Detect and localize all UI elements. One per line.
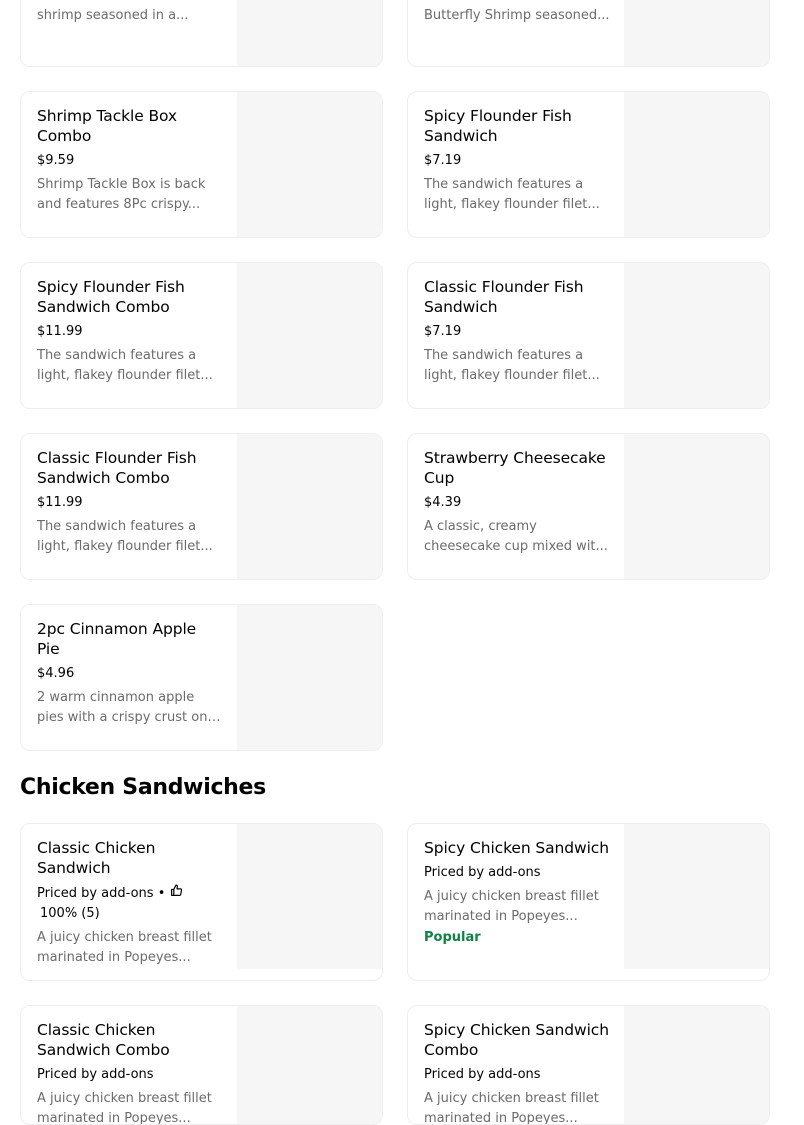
menu-item-price: Priced by add-ons: [37, 886, 154, 901]
menu-item-image: [624, 1006, 769, 1124]
menu-item-card[interactable]: Butterfly Shrimp seasoned...: [407, 0, 770, 67]
menu-item-info: Classic Chicken Sandwich Combo Priced by…: [37, 1020, 223, 1125]
menu-item-price: $7.19: [424, 153, 462, 168]
menu-item-card[interactable]: Classic Flounder Fish Sandwich $7.19 The…: [407, 262, 770, 409]
menu-item-image: [237, 434, 382, 579]
menu-item-card[interactable]: Spicy Flounder Fish Sandwich Combo $11.9…: [20, 262, 383, 409]
menu-item-info: Spicy Flounder Fish Sandwich $7.19 The s…: [424, 106, 610, 215]
menu-item-description: The sandwich features a light, flakey fl…: [37, 348, 213, 383]
menu-item-card[interactable]: Shrimp Tackle Box Combo $9.59 Shrimp Tac…: [20, 91, 383, 238]
menu-item-image: [624, 434, 769, 579]
menu-item-image: [237, 92, 382, 237]
menu-item-image: [624, 824, 769, 969]
menu-item-price: $4.96: [37, 666, 75, 681]
menu-item-info: Spicy Chicken Sandwich Priced by add-ons…: [424, 838, 610, 948]
menu-item-image: [237, 0, 382, 66]
thumbs-up-icon: [170, 883, 183, 903]
separator-dot: •: [157, 886, 166, 901]
menu-item-name: Spicy Flounder Fish Sandwich: [424, 107, 572, 145]
menu-item-card[interactable]: 2pc Cinnamon Apple Pie $4.96 2 warm cinn…: [20, 604, 383, 751]
menu-item-info: Butterfly Shrimp seasoned...: [424, 2, 610, 26]
menu-item-description: The sandwich features a light, flakey fl…: [424, 348, 600, 383]
menu-item-price: Priced by add-ons: [424, 1067, 541, 1082]
menu-item-name: Spicy Flounder Fish Sandwich Combo: [37, 278, 185, 316]
menu-item-info: Classic Flounder Fish Sandwich $7.19 The…: [424, 277, 610, 386]
menu-item-description: A classic, creamy cheesecake cup mixed w…: [424, 519, 608, 554]
menu-item-price: $9.59: [37, 153, 75, 168]
menu-item-info: Classic Flounder Fish Sandwich Combo $11…: [37, 448, 223, 557]
menu-item-info: Spicy Chicken Sandwich Combo Priced by a…: [424, 1020, 610, 1125]
menu-item-info: Shrimp Tackle Box Combo $9.59 Shrimp Tac…: [37, 106, 223, 215]
menu-item-info: Spicy Flounder Fish Sandwich Combo $11.9…: [37, 277, 223, 386]
menu-item-name: Strawberry Cheesecake Cup: [424, 449, 606, 487]
menu-item-image: [237, 824, 382, 969]
menu-item-image: [237, 1006, 382, 1124]
menu-item-description: Shrimp Tackle Box is back and features 8…: [37, 177, 206, 212]
menu-item-description: A juicy chicken breast fillet marinated …: [424, 889, 599, 924]
menu-item-description: The sandwich features a light, flakey fl…: [37, 519, 213, 554]
menu-item-image: [624, 0, 769, 66]
menu-item-name: 2pc Cinnamon Apple Pie: [37, 620, 197, 658]
menu-item-card[interactable]: Spicy Chicken Sandwich Priced by add-ons…: [407, 823, 770, 981]
menu-item-card[interactable]: Classic Chicken Sandwich Combo Priced by…: [20, 1005, 383, 1125]
menu-item-info: 2pc Cinnamon Apple Pie $4.96 2 warm cinn…: [37, 619, 223, 728]
menu-item-card[interactable]: Classic Chicken Sandwich Priced by add-o…: [20, 823, 383, 981]
menu-item-image: [624, 92, 769, 237]
menu-item-card[interactable]: Spicy Flounder Fish Sandwich $7.19 The s…: [407, 91, 770, 238]
menu-item-name: Shrimp Tackle Box Combo: [37, 107, 177, 145]
menu-item-name: Classic Chicken Sandwich: [37, 839, 156, 877]
rating-value: 100% (5): [40, 906, 100, 921]
section-title: Chicken Sandwiches: [20, 775, 266, 800]
menu-item-card[interactable]: Strawberry Cheesecake Cup $4.39 A classi…: [407, 433, 770, 580]
menu-item-description: shrimp seasoned in a...: [37, 8, 189, 23]
menu-item-image: [624, 263, 769, 408]
menu-item-description: The sandwich features a light, flakey fl…: [424, 177, 600, 212]
menu-item-info: Strawberry Cheesecake Cup $4.39 A classi…: [424, 448, 610, 557]
menu-item-name: Spicy Chicken Sandwich Combo: [424, 1021, 609, 1059]
menu-item-image: [237, 605, 382, 750]
menu-item-price: $11.99: [37, 495, 83, 510]
menu-item-info: Classic Chicken Sandwich Priced by add-o…: [37, 838, 223, 968]
menu-item-description: Butterfly Shrimp seasoned...: [424, 8, 610, 23]
menu-item-image: [237, 263, 382, 408]
menu-item-name: Classic Chicken Sandwich Combo: [37, 1021, 170, 1059]
menu-item-price-line: Priced by add-ons • 100% (5): [37, 883, 223, 924]
menu-item-card[interactable]: Classic Flounder Fish Sandwich Combo $11…: [20, 433, 383, 580]
menu-item-description: 2 warm cinnamon apple pies with a crispy…: [37, 690, 208, 725]
menu-item-card[interactable]: shrimp seasoned in a...: [20, 0, 383, 67]
menu-item-price: $11.99: [37, 324, 83, 339]
menu-item-price: Priced by add-ons: [37, 1067, 154, 1082]
menu-item-name: Spicy Chicken Sandwich: [424, 839, 609, 857]
menu-item-price: $7.19: [424, 324, 462, 339]
menu-item-price: Priced by add-ons: [424, 865, 541, 880]
menu-item-name: Classic Flounder Fish Sandwich: [424, 278, 584, 316]
menu-item-card[interactable]: Spicy Chicken Sandwich Combo Priced by a…: [407, 1005, 770, 1125]
menu-item-price: $4.39: [424, 495, 462, 510]
menu-item-info: shrimp seasoned in a...: [37, 2, 223, 26]
popular-badge: Popular: [424, 930, 481, 945]
menu-item-name: Classic Flounder Fish Sandwich Combo: [37, 449, 197, 487]
menu-item-description: A juicy chicken breast fillet marinated …: [424, 1091, 599, 1125]
menu-item-description: A juicy chicken breast fillet marinated …: [37, 930, 212, 965]
menu-item-description: A juicy chicken breast fillet marinated …: [37, 1091, 212, 1125]
